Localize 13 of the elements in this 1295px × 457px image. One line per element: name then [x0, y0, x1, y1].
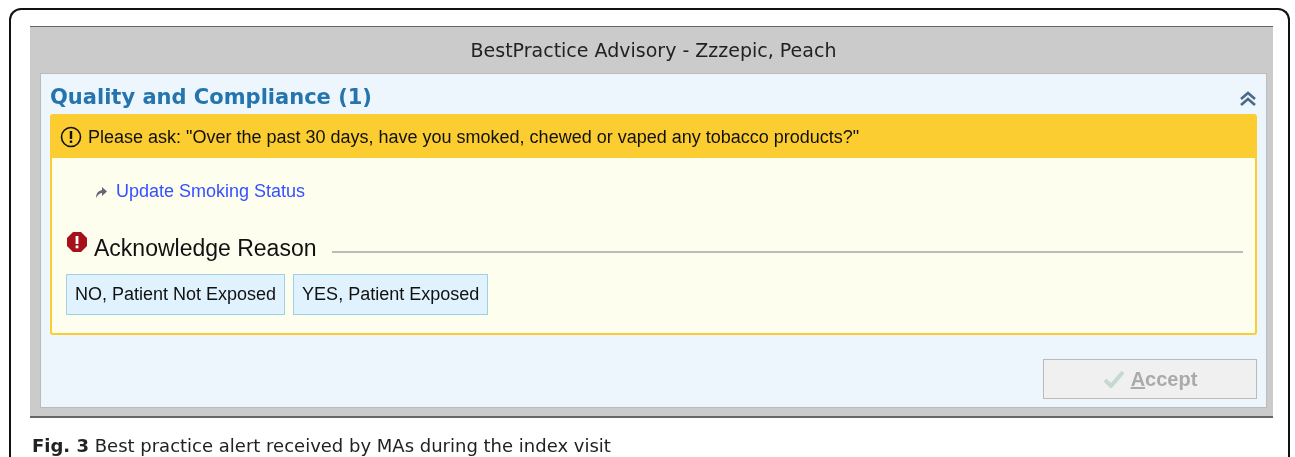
checkmark-icon: [1102, 369, 1125, 388]
reason-option-button[interactable]: NO, Patient Not Exposed: [66, 273, 286, 315]
alert-message: Please ask: "Over the past 30 days, have you smoked, chewed or vaped any tobacco products?": [88, 125, 860, 149]
link-arrow-icon: [94, 184, 108, 199]
window-title: BestPractice Advisory - Zzzepic, Peach: [470, 37, 837, 63]
reason-option-button[interactable]: YES, Patient Exposed: [293, 273, 489, 315]
figure-caption: Fig. 3 Best practice alert received by MAs during the index visit: [32, 433, 612, 457]
section-heading: Quality and Compliance (1): [50, 84, 372, 112]
error-icon: [66, 231, 88, 253]
collapse-icon[interactable]: [1239, 90, 1257, 107]
update-smoking-status-link[interactable]: Update Smoking Status: [116, 178, 306, 205]
warning-icon: [60, 126, 82, 148]
section-label: Acknowledge Reason: [94, 234, 317, 263]
